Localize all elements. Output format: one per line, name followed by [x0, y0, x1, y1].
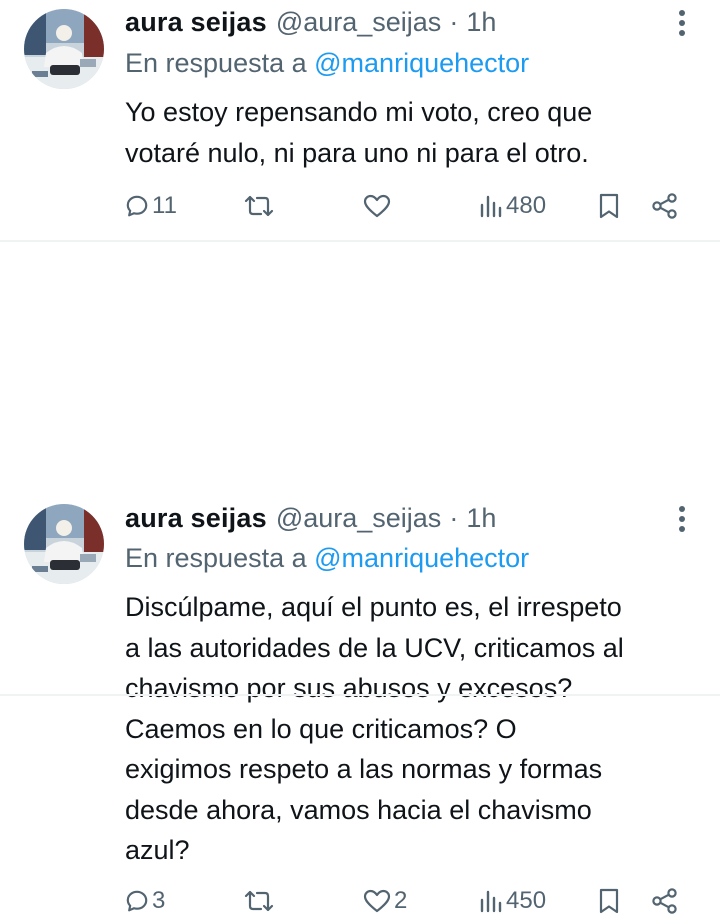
- retweet-icon: [244, 195, 274, 217]
- like-button[interactable]: 2: [362, 881, 407, 921]
- tweet[interactable]: aura seijas @aura_seijas · 1h En respues…: [0, 242, 720, 914]
- avatar[interactable]: [24, 9, 104, 89]
- reply-icon: [126, 890, 148, 912]
- views-icon: [480, 195, 502, 218]
- like-button[interactable]: [362, 186, 394, 226]
- like-icon: [363, 889, 391, 913]
- like-count: 2: [394, 887, 408, 914]
- avatar-image: [24, 9, 104, 89]
- timestamp[interactable]: 1h: [466, 503, 496, 534]
- reply-icon: [126, 195, 148, 217]
- tweet-header: aura seijas @aura_seijas · 1h: [125, 498, 496, 538]
- bookmark-button[interactable]: [596, 881, 622, 921]
- views-button[interactable]: 480: [478, 186, 546, 226]
- share-icon: [652, 193, 677, 219]
- more-options-button[interactable]: [668, 502, 696, 536]
- reply-prefix: En respuesta a: [125, 543, 307, 573]
- tweet-text: Discúlpame, aquí el punto es, el irrespe…: [125, 592, 624, 865]
- reply-prefix: En respuesta a: [125, 48, 307, 78]
- avatar[interactable]: [24, 504, 104, 584]
- bookmark-icon: [599, 888, 619, 914]
- tweet-text: Yo estoy repensando mi voto, creo que vo…: [125, 97, 593, 168]
- share-icon: [652, 888, 677, 914]
- reply-button[interactable]: 3: [124, 881, 165, 921]
- more-options-button[interactable]: [668, 6, 696, 40]
- tweet[interactable]: aura seijas @aura_seijas · 1h En respues…: [0, 0, 720, 242]
- more-vertical-icon: [679, 10, 685, 36]
- share-button[interactable]: [650, 881, 680, 921]
- retweet-icon: [244, 890, 274, 912]
- reply-button[interactable]: 11: [124, 186, 177, 226]
- timestamp[interactable]: 1h: [466, 7, 496, 38]
- reply-mention-link[interactable]: @manriquehector: [314, 48, 529, 78]
- tweet-divider: [0, 694, 720, 696]
- reply-context: En respuesta a @manriquehector: [125, 48, 529, 79]
- author-handle[interactable]: @aura_seijas: [276, 503, 442, 534]
- more-vertical-icon: [679, 506, 685, 532]
- like-icon: [363, 194, 391, 218]
- retweet-button[interactable]: [242, 881, 278, 921]
- tweet-header: aura seijas @aura_seijas · 1h: [125, 2, 496, 42]
- reply-context: En respuesta a @manriquehector: [125, 543, 529, 574]
- action-bar: 3 2 450: [0, 881, 720, 921]
- author-name[interactable]: aura seijas: [125, 503, 267, 534]
- retweet-button[interactable]: [242, 186, 278, 226]
- views-icon: [480, 890, 502, 913]
- bookmark-button[interactable]: [596, 186, 622, 226]
- views-button[interactable]: 450: [478, 881, 546, 921]
- author-handle[interactable]: @aura_seijas: [276, 7, 442, 38]
- separator: ·: [449, 6, 459, 37]
- views-count: 450: [506, 887, 547, 914]
- avatar-image: [24, 504, 104, 584]
- reply-mention-link[interactable]: @manriquehector: [314, 543, 529, 573]
- views-count: 480: [506, 192, 547, 219]
- bookmark-icon: [599, 193, 619, 219]
- reply-count: 3: [152, 887, 166, 914]
- action-bar: 11 480: [0, 186, 720, 226]
- separator: ·: [449, 502, 459, 533]
- reply-count: 11: [152, 192, 177, 219]
- share-button[interactable]: [650, 186, 680, 226]
- author-name[interactable]: aura seijas: [125, 7, 267, 38]
